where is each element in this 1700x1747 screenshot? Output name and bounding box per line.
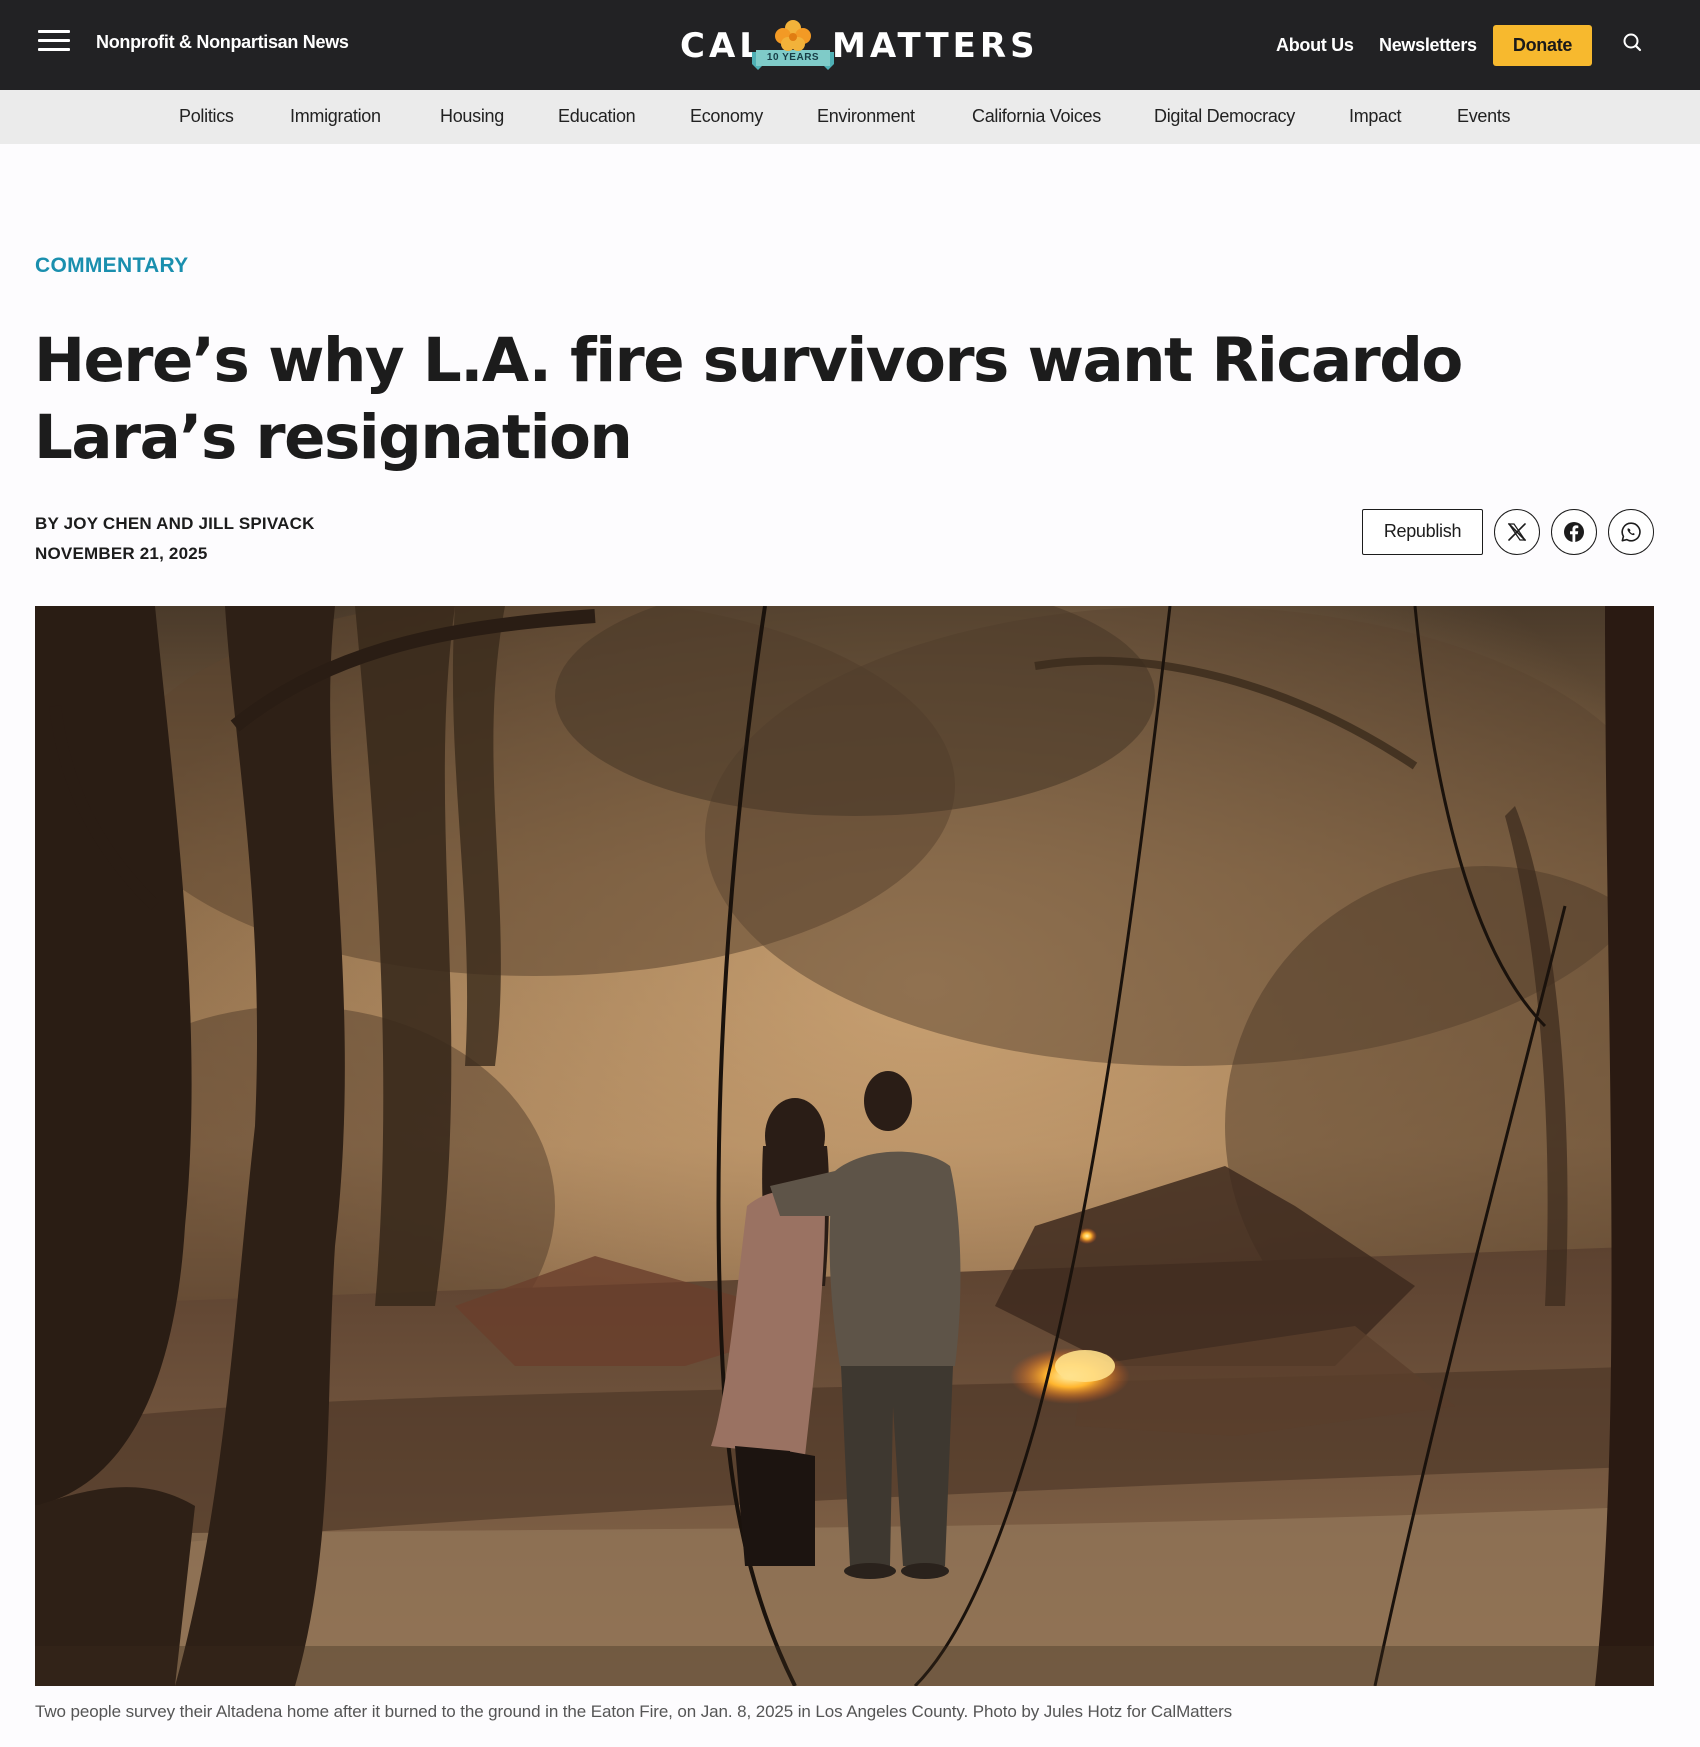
logo-text-right: MATTERS (832, 26, 1039, 66)
section-nav: Politics Immigration Housing Education E… (0, 90, 1700, 144)
hamburger-icon[interactable] (38, 30, 70, 56)
x-icon (1507, 523, 1527, 541)
nav-item-events[interactable]: Events (1457, 106, 1511, 127)
wildfire-scene-image (35, 606, 1654, 1686)
about-us-link[interactable]: About Us (1276, 35, 1354, 56)
nav-item-impact[interactable]: Impact (1349, 106, 1402, 127)
site-header: Nonprofit & Nonpartisan News CAL 10 YEAR… (0, 0, 1700, 90)
article-date: NOVEMBER 21, 2025 (35, 544, 208, 563)
newsletters-link[interactable]: Newsletters (1379, 35, 1477, 56)
article-headline: Here’s why L.A. fire survivors want Rica… (34, 325, 1463, 473)
share-facebook-button[interactable] (1551, 509, 1597, 555)
share-whatsapp-button[interactable] (1608, 509, 1654, 555)
logo-anniversary-badge: 10 YEARS (766, 52, 820, 63)
calmatters-logo[interactable]: CAL 10 YEARS MATTERS (678, 14, 1035, 76)
facebook-icon (1564, 522, 1584, 542)
nav-item-economy[interactable]: Economy (690, 106, 763, 127)
article-category[interactable]: COMMENTARY (35, 254, 189, 278)
lead-photo (35, 606, 1654, 1686)
nav-item-immigration[interactable]: Immigration (290, 106, 381, 127)
article-byline: BY JOY CHEN AND JILL SPIVACK (35, 514, 315, 533)
republish-button[interactable]: Republish (1362, 509, 1483, 555)
whatsapp-icon (1621, 522, 1641, 542)
share-x-button[interactable] (1494, 509, 1540, 555)
donate-button[interactable]: Donate (1493, 25, 1592, 66)
nav-item-digital-democracy[interactable]: Digital Democracy (1154, 106, 1295, 127)
photo-caption: Two people survey their Altadena home af… (35, 1702, 1233, 1721)
site-tagline: Nonprofit & Nonpartisan News (96, 32, 349, 52)
search-icon[interactable] (1620, 30, 1646, 56)
nav-item-education[interactable]: Education (558, 106, 636, 127)
nav-item-environment[interactable]: Environment (817, 106, 915, 127)
nav-item-housing[interactable]: Housing (440, 106, 504, 127)
nav-item-california-voices[interactable]: California Voices (972, 106, 1101, 127)
nav-item-politics[interactable]: Politics (179, 106, 234, 127)
